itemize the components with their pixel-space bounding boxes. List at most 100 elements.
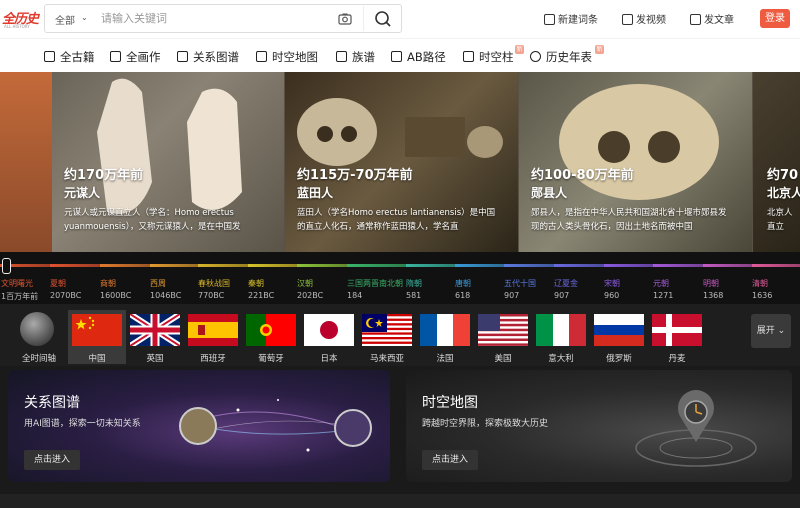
nav-item-relation-graph[interactable]: 关系图谱	[177, 49, 239, 65]
timeline-era-label[interactable]: 五代十国	[504, 278, 536, 289]
map-icon	[256, 51, 267, 62]
nav-item-genealogy[interactable]: 族谱	[336, 49, 375, 65]
timeline-era-bar[interactable]	[198, 264, 248, 267]
search-input[interactable]	[101, 9, 361, 29]
country-portugal[interactable]: 葡萄牙	[242, 310, 300, 364]
timeline-era-year: 770BC	[198, 291, 225, 300]
nav-item-history-chronology[interactable]: 历史年表	[530, 49, 592, 65]
timeline-era-bar[interactable]	[150, 264, 198, 267]
timeline-era-bar[interactable]	[100, 264, 150, 267]
timeline-era-bar[interactable]	[554, 264, 604, 267]
timeline-era-bar[interactable]	[653, 264, 703, 267]
timeline-era-label[interactable]: 隋朝	[406, 278, 422, 289]
search-button[interactable]	[363, 6, 401, 31]
clock-icon	[530, 51, 541, 62]
painting-icon	[110, 51, 121, 62]
post-article-button[interactable]: 发文章	[690, 11, 734, 26]
timeline-era-label[interactable]: 汉朝	[297, 278, 313, 289]
card-title: 关系图谱	[24, 395, 80, 411]
nav-item-ab-path[interactable]: AB路径	[391, 49, 446, 65]
expand-label: 展开	[756, 326, 775, 336]
relation-graph-card[interactable]: 关系图谱 用AI图谱，探索一切未知关系 点击进入	[8, 370, 390, 482]
usa-flag-icon	[478, 314, 528, 346]
country-russia[interactable]: 俄罗斯	[590, 310, 648, 364]
country-name: 葡萄牙	[258, 354, 284, 364]
expand-countries-button[interactable]: 展开 ⌄	[751, 314, 791, 348]
search-box: 全部 ⌄	[44, 4, 402, 33]
carousel-slide[interactable]: 约170万年前 元谋人 元谋人或元谋直立人（学名：Homo erectus yu…	[52, 72, 284, 252]
timeline-era-label[interactable]: 三国两晋南北朝	[347, 278, 403, 289]
person-icon	[336, 51, 347, 62]
login-button[interactable]: 登录	[760, 9, 790, 28]
timeline-era-bar[interactable]	[455, 264, 504, 267]
nav-item-paintings[interactable]: 全画作	[110, 49, 161, 65]
card-title: 时空地图	[422, 395, 478, 411]
enter-button[interactable]: 点击进入	[422, 450, 478, 470]
search-scope-select[interactable]: 全部	[55, 12, 75, 27]
top-header: 全历史 ALL HISTORY 全部 ⌄ 新建词条 发视频 发文章 登录	[0, 0, 800, 38]
timeline-era-label[interactable]: 辽夏金	[554, 278, 578, 289]
timeline-era-bar[interactable]	[297, 264, 347, 267]
logo[interactable]: 全历史 ALL HISTORY	[2, 8, 44, 32]
country-usa[interactable]: 美国	[474, 310, 532, 364]
slide-title: 约115万-70万年前	[297, 168, 413, 183]
timeline-handle[interactable]	[2, 258, 11, 274]
timeline-era-label[interactable]: 文明曙光	[1, 278, 33, 289]
nav-item-ancient-books[interactable]: 全古籍	[44, 49, 95, 65]
japan-flag-icon	[304, 314, 354, 346]
camera-icon[interactable]	[338, 12, 352, 26]
timeline-era-label[interactable]: 宋朝	[604, 278, 620, 289]
country-france[interactable]: 法国	[416, 310, 474, 364]
spacetime-map-card[interactable]: 时空地图 跨越时空界限，探索极致大历史 点击进入	[406, 370, 792, 482]
search-icon	[375, 11, 391, 27]
feature-cards: 关系图谱 用AI图谱，探索一切未知关系 点击进入 时空地图 跨越时空界限，探索极…	[0, 366, 800, 508]
timeline-era-bar[interactable]	[504, 264, 554, 267]
timeline-era-label[interactable]: 春秋战国	[198, 278, 230, 289]
new-entry-button[interactable]: 新建词条	[544, 11, 598, 26]
timeline-era-label[interactable]: 西周	[150, 278, 166, 289]
timeline-era-bar[interactable]	[347, 264, 406, 267]
country-denmark[interactable]: 丹麦	[648, 310, 706, 364]
slide-description: 元谋人或元谋直立人（学名：Homo erectus yuanmouensis），…	[64, 208, 241, 232]
post-video-button[interactable]: 发视频	[622, 11, 666, 26]
country-all-timeline[interactable]: 全时间轴	[10, 310, 68, 364]
timeline-era-bar[interactable]	[604, 264, 653, 267]
timeline-era-label[interactable]: 明朝	[703, 278, 719, 289]
timeline-era-bar[interactable]	[752, 264, 800, 267]
country-name: 全时间轴	[21, 354, 56, 364]
enter-button[interactable]: 点击进入	[24, 450, 80, 470]
timeline-era-label[interactable]: 元朝	[653, 278, 669, 289]
timeline-era-bar[interactable]	[248, 264, 297, 267]
timeline-era-bar[interactable]	[406, 264, 455, 267]
book-icon	[44, 51, 55, 62]
carousel-slide[interactable]: 约100-80万年前 郧县人 郧县人，是指在中华人民共和国湖北省十堰市郧县发现的…	[519, 72, 752, 252]
nav-item-spacetime-map[interactable]: 时空地图	[256, 49, 318, 65]
graph-icon	[177, 51, 188, 62]
timeline-era-label[interactable]: 夏朝	[50, 278, 66, 289]
country-spain[interactable]: 西班牙	[184, 310, 242, 364]
timeline-era-label[interactable]: 秦朝	[248, 278, 264, 289]
russia-flag-icon	[594, 314, 644, 346]
timeline-era-label[interactable]: 唐朝	[455, 278, 471, 289]
denmark-flag-icon	[652, 314, 702, 346]
timeline-era-year: 907	[554, 291, 570, 300]
carousel-slide[interactable]: 约70 北京人 北京人直立人，会	[753, 72, 800, 252]
timeline-era-label[interactable]: 清朝	[752, 278, 768, 289]
carousel-slide-edge[interactable]	[0, 72, 52, 252]
slide-title: 约170万年前	[64, 168, 144, 183]
timeline-era-bar[interactable]	[50, 264, 100, 267]
carousel-slide[interactable]: 约115万-70万年前 蓝田人 蓝田人（学名Homo erectus lanti…	[285, 72, 518, 252]
country-japan[interactable]: 日本	[300, 310, 358, 364]
edit-icon	[544, 14, 555, 25]
country-malaysia[interactable]: 马来西亚	[358, 310, 416, 364]
country-china[interactable]: 中国	[68, 310, 126, 364]
nav-item-spacetime-column[interactable]: 时空柱	[463, 49, 514, 65]
era-timeline: 文明曙光 1百万年前 夏朝 2070BC 商朝 1600BC 西周 1046BC 春秋战国 770…	[0, 252, 800, 304]
country-uk[interactable]: 英国	[126, 310, 184, 364]
timeline-era-year: 1600BC	[100, 291, 132, 300]
main-nav: 全古籍 全画作 关系图谱 时空地图 族谱 AB路径 时空柱 新 历史年表 新	[0, 38, 800, 72]
timeline-era-label[interactable]: 商朝	[100, 278, 116, 289]
timeline-era-bar[interactable]	[703, 264, 752, 267]
hero-carousel: 约170万年前 元谋人 元谋人或元谋直立人（学名：Homo erectus yu…	[0, 72, 800, 252]
country-italy[interactable]: 意大利	[532, 310, 590, 364]
